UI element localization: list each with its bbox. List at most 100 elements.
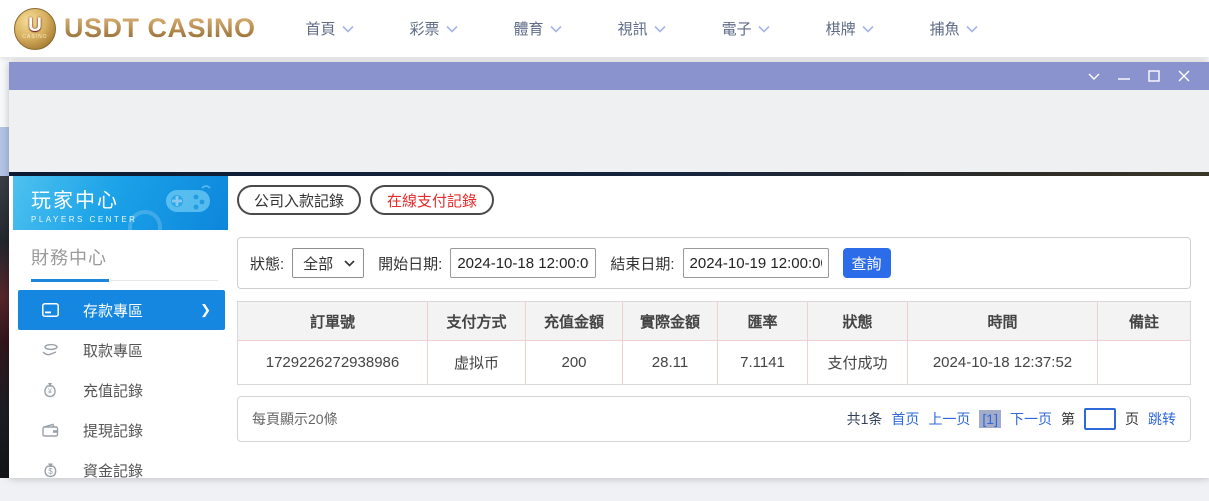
withdraw-hand-icon (41, 343, 59, 357)
section-divider (13, 279, 228, 282)
nav-item-cards[interactable]: 棋牌 (826, 18, 874, 39)
chevron-down-icon[interactable] (1079, 65, 1109, 87)
end-date-input[interactable] (683, 248, 829, 278)
col-recharge-amount: 充值金額 (526, 302, 623, 341)
tab-label: 在線支付記錄 (387, 190, 477, 211)
cell-status: 支付成功 (808, 341, 908, 385)
sidebar-item-label: 存款專區 (83, 300, 143, 321)
window-titlebar[interactable] (9, 62, 1209, 90)
nav-label: 首頁 (306, 18, 336, 39)
deposit-card-icon (41, 303, 59, 317)
chevron-down-icon (342, 25, 354, 33)
svg-text:¥: ¥ (48, 389, 52, 396)
nav-item-live[interactable]: 視訊 (618, 18, 666, 39)
gamepad-icon (162, 184, 214, 218)
nav-item-slots[interactable]: 電子 (722, 18, 770, 39)
nav-label: 視訊 (618, 18, 648, 39)
chevron-down-icon (862, 25, 874, 33)
col-remark: 備註 (1098, 302, 1191, 341)
nav-item-home[interactable]: 首頁 (306, 18, 354, 39)
status-label: 狀態: (250, 253, 284, 274)
chevron-right-icon: ❯ (200, 302, 211, 318)
sidebar-item-label: 提現記錄 (83, 420, 143, 441)
chevron-down-icon (344, 260, 355, 267)
jump-prefix-label: 第 (1061, 409, 1075, 429)
chevron-down-icon (446, 25, 458, 33)
site-navbar: U CASINO USDT CASINO 首頁 彩票 體育 視訊 電子 棋牌 (0, 0, 1209, 57)
player-center-window: 玩家中心 PLAYERS CENTER 財務中心 (9, 62, 1209, 478)
pagination-bar: 每頁顯示20條 共1条 首页 上一页 [1] 下一页 第 页 跳转 (237, 396, 1191, 442)
tab-label: 公司入款記錄 (254, 190, 344, 211)
cell-order-number: 1729226272938986 (238, 341, 428, 385)
minimize-icon[interactable] (1109, 65, 1139, 87)
sidebar-item-label: 取款專區 (83, 340, 143, 361)
table-row: 1729226272938986 虚拟币 200 28.11 7.1141 支付… (238, 341, 1191, 385)
col-payment-method: 支付方式 (428, 302, 526, 341)
background-segment (0, 57, 9, 127)
nav-item-sports[interactable]: 體育 (514, 18, 562, 39)
background-segment (0, 127, 9, 176)
page-size-text: 每頁顯示20條 (252, 409, 338, 429)
sidebar-item-deposit[interactable]: 存款專區 ❯ (18, 290, 225, 330)
funds-bag-icon: $ (41, 462, 59, 478)
col-order-number: 訂單號 (238, 302, 428, 341)
nav-label: 捕魚 (930, 18, 960, 39)
svg-text:$: $ (48, 467, 53, 476)
sidebar-item-funds-record[interactable]: $ 資金記錄 (13, 450, 228, 490)
brand-logo[interactable]: U CASINO USDT CASINO (14, 8, 256, 50)
col-time: 時間 (908, 302, 1098, 341)
main-menu: 首頁 彩票 體育 視訊 電子 棋牌 捕魚 (306, 18, 978, 39)
records-main-panel: 公司入款記錄 在線支付記錄 狀態: 全部 開始日期: 結束日期: 查詢 (228, 176, 1209, 478)
sidebar-item-withdrawal-record[interactable]: 提現記錄 (13, 410, 228, 450)
maximize-icon[interactable] (1139, 65, 1169, 87)
prev-page-link[interactable]: 上一页 (928, 409, 970, 429)
cell-time: 2024-10-18 12:37:52 (908, 341, 1098, 385)
next-page-link[interactable]: 下一页 (1010, 409, 1052, 429)
sidebar-item-label: 資金記錄 (83, 460, 143, 481)
logo-ball-icon: U CASINO (14, 8, 56, 50)
cell-recharge-amount: 200 (526, 341, 623, 385)
nav-label: 棋牌 (826, 18, 856, 39)
sidebar-section-title: 財務中心 (31, 244, 228, 270)
record-tabs: 公司入款記錄 在線支付記錄 (237, 185, 494, 215)
sidebar-header: 玩家中心 PLAYERS CENTER (13, 176, 228, 230)
sidebar-item-label: 充值記錄 (83, 380, 143, 401)
player-center-sidebar: 玩家中心 PLAYERS CENTER 財務中心 (13, 176, 228, 478)
sidebar-item-withdraw[interactable]: 取款專區 (13, 330, 228, 370)
chevron-down-icon (654, 25, 666, 33)
page-background-left (0, 57, 9, 478)
end-date-label: 結束日期: (610, 253, 674, 274)
page-number-input[interactable] (1084, 408, 1116, 430)
cell-remark (1098, 341, 1191, 385)
start-date-input[interactable] (450, 248, 596, 278)
chevron-down-icon (966, 25, 978, 33)
col-actual-amount: 實際金額 (623, 302, 718, 341)
nav-item-fishing[interactable]: 捕魚 (930, 18, 978, 39)
sidebar-item-recharge-record[interactable]: ¥ 充值記錄 (13, 370, 228, 410)
chevron-down-icon (758, 25, 770, 33)
logo-letter: U (28, 17, 42, 34)
nav-label: 體育 (514, 18, 544, 39)
query-button[interactable]: 查詢 (843, 248, 891, 278)
first-page-link[interactable]: 首页 (891, 409, 919, 429)
tab-company-deposit-record[interactable]: 公司入款記錄 (237, 185, 361, 215)
close-icon[interactable] (1169, 65, 1199, 87)
cell-actual-amount: 28.11 (623, 341, 718, 385)
background-photo-edge (0, 176, 9, 478)
status-select-value: 全部 (303, 253, 333, 274)
nav-item-lottery[interactable]: 彩票 (410, 18, 458, 39)
col-status: 狀態 (808, 302, 908, 341)
tab-online-payment-record[interactable]: 在線支付記錄 (370, 185, 494, 215)
start-date-label: 開始日期: (378, 253, 442, 274)
chevron-down-icon (550, 25, 562, 33)
cell-payment-method: 虚拟币 (428, 341, 526, 385)
decorative-circle (128, 210, 162, 230)
nav-label: 電子 (722, 18, 752, 39)
brand-name: USDT CASINO (64, 13, 256, 44)
pagination-controls: 共1条 首页 上一页 [1] 下一页 第 页 跳转 (847, 408, 1176, 430)
jump-action-link[interactable]: 跳转 (1148, 409, 1176, 429)
recharge-bag-icon: ¥ (41, 382, 59, 398)
table-header-row: 訂單號 支付方式 充值金額 實際金額 匯率 狀態 時間 備註 (238, 302, 1191, 341)
status-select[interactable]: 全部 (292, 248, 364, 278)
withdrawal-wallet-icon (41, 423, 59, 437)
